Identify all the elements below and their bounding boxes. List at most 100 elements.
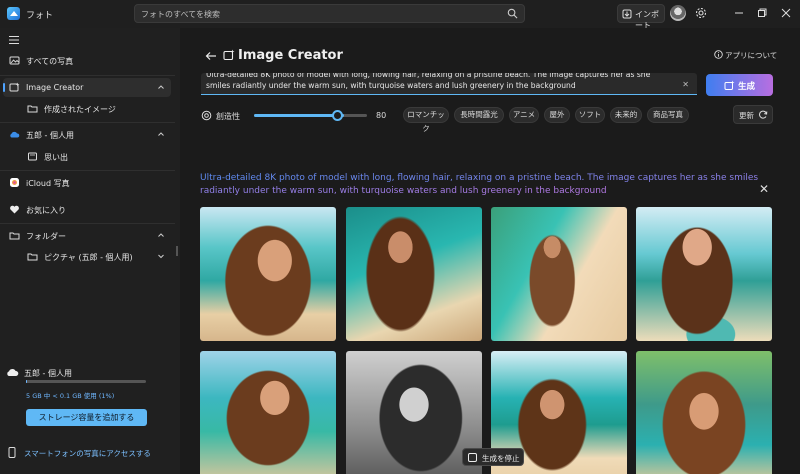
search-icon[interactable] — [507, 8, 518, 19]
divider — [0, 223, 175, 224]
image-creator-icon — [9, 82, 20, 92]
prompt-input-box[interactable]: Ultra-detailed 8K photo of model with lo… — [201, 73, 697, 95]
clear-prompt-icon[interactable]: ✕ — [682, 80, 689, 89]
chevron-up-icon[interactable] — [157, 130, 165, 138]
hamburger-menu-icon[interactable] — [8, 35, 20, 45]
back-arrow-icon[interactable] — [205, 51, 217, 61]
sidebar-item-label: フォルダー — [26, 232, 66, 241]
stop-generating-button[interactable]: 生成を停止 — [462, 448, 524, 466]
photos-icon — [9, 56, 20, 65]
creativity-dial-icon — [201, 110, 212, 121]
prompt-input[interactable]: Ultra-detailed 8K photo of model with lo… — [206, 73, 676, 91]
sidebar-item-pictures-folder[interactable]: ピクチャ (五郎 - 個人用) — [3, 247, 171, 266]
style-chip-soft[interactable]: ソフト — [575, 107, 605, 123]
image-creator-page: Image Creator アプリについて Ultra-detailed 8K … — [180, 28, 800, 474]
result-prompt-text: Ultra-detailed 8K photo of model with lo… — [200, 173, 759, 196]
sidebar-item-label: お気に入り — [26, 206, 66, 215]
phone-photos-link[interactable]: スマートフォンの写真にアクセスする — [24, 448, 151, 459]
minimize-icon[interactable] — [732, 6, 746, 20]
storage-usage-bar — [26, 380, 146, 383]
sidebar-item-image-creator[interactable]: Image Creator — [3, 78, 171, 97]
chevron-up-icon[interactable] — [157, 231, 165, 239]
sidebar-item-label: 思い出 — [44, 153, 68, 162]
cloud-icon — [7, 369, 19, 376]
icloud-icon — [10, 178, 19, 187]
image-creator-icon — [724, 80, 735, 90]
folder-icon — [9, 232, 20, 240]
close-results-icon[interactable]: ✕ — [759, 182, 769, 196]
stop-icon — [468, 453, 477, 462]
account-avatar[interactable] — [670, 5, 686, 21]
sidebar-item-label: すべての写真 — [26, 57, 74, 66]
sidebar-item-label: Image Creator — [26, 83, 84, 92]
divider — [0, 122, 175, 123]
settings-gear-icon[interactable] — [695, 7, 707, 19]
phone-icon — [8, 447, 16, 458]
search-box[interactable]: フォトのすべてを検索 — [134, 4, 525, 23]
storage-usage-fill — [26, 380, 28, 383]
page-title: Image Creator — [238, 48, 343, 63]
generate-label: 生成 — [738, 82, 756, 92]
about-app-link[interactable]: アプリについて — [713, 50, 777, 61]
heart-icon — [10, 205, 19, 214]
generate-button[interactable]: 生成 — [706, 74, 773, 96]
folder-icon — [27, 253, 38, 261]
folder-icon — [27, 105, 38, 113]
search-input[interactable]: フォトのすべてを検索 — [141, 9, 220, 20]
sidebar-item-memories[interactable]: 思い出 — [3, 147, 171, 166]
creativity-slider-thumb[interactable] — [332, 110, 343, 121]
generated-image[interactable] — [491, 207, 627, 341]
generated-image[interactable] — [636, 207, 772, 341]
pane-resize-handle[interactable] — [176, 246, 178, 256]
style-chip-futuristic[interactable]: 未来的 — [610, 107, 642, 123]
style-chip-outdoor[interactable]: 屋外 — [544, 107, 570, 123]
sidebar-item-folders[interactable]: フォルダー — [3, 226, 171, 245]
onedrive-cloud-icon — [10, 131, 20, 138]
import-icon — [622, 9, 632, 19]
storage-account-title: 五郎 - 個人用 — [24, 369, 72, 378]
photos-app: フォト フォトのすべてを検索 インポート すべての写真 Image Creato… — [0, 0, 800, 474]
sidebar-item-icloud[interactable]: iCloud 写真 — [3, 173, 171, 192]
style-chip-anime[interactable]: アニメ — [509, 107, 539, 123]
image-creator-icon — [223, 49, 235, 61]
divider — [0, 170, 175, 171]
sidebar-item-label: 作成されたイメージ — [44, 105, 116, 114]
generated-image[interactable] — [200, 207, 336, 341]
sidebar-item-all-photos[interactable]: すべての写真 — [3, 51, 171, 70]
sidebar-item-created-images[interactable]: 作成されたイメージ — [3, 99, 171, 118]
title-bar: フォト フォトのすべてを検索 インポート — [0, 0, 800, 30]
memories-icon — [28, 152, 37, 161]
close-window-icon[interactable] — [779, 6, 793, 20]
restore-icon[interactable] — [755, 6, 769, 20]
chevron-down-icon[interactable] — [157, 252, 165, 260]
sidebar-item-favorites[interactable]: お気に入り — [3, 200, 171, 219]
creativity-slider-track[interactable] — [254, 114, 367, 117]
style-chip-long-exposure[interactable]: 長時間露光 — [454, 107, 504, 123]
refresh-icon — [759, 110, 768, 119]
style-chip-product-photo[interactable]: 商品写真 — [647, 107, 689, 123]
add-storage-button[interactable]: ストレージ容量を追加する — [26, 409, 147, 426]
photos-logo-icon — [7, 7, 20, 20]
refresh-button[interactable]: 更新 — [733, 105, 773, 124]
app-title: フォト — [26, 11, 54, 21]
sidebar-item-label: 五郎 - 個人用 — [26, 131, 74, 140]
creativity-value: 80 — [376, 111, 387, 120]
divider — [0, 75, 175, 76]
about-app-label: アプリについて — [725, 51, 778, 60]
chevron-up-icon[interactable] — [157, 83, 165, 91]
import-button[interactable]: インポート — [617, 4, 665, 30]
sidebar-item-onedrive-personal[interactable]: 五郎 - 個人用 — [3, 125, 171, 144]
sidebar-item-label: ピクチャ (五郎 - 個人用) — [44, 253, 133, 262]
storage-panel: 五郎 - 個人用 5 GB 中 < 0.1 GB 使用 (1%) ストレージ容量… — [0, 358, 175, 474]
generated-image[interactable] — [636, 351, 772, 474]
stop-label: 生成を停止 — [482, 454, 520, 463]
creativity-label: 創造性 — [216, 112, 240, 121]
generated-image[interactable] — [200, 351, 336, 474]
refresh-label: 更新 — [739, 111, 754, 120]
creativity-slider-fill — [254, 114, 345, 117]
generated-image[interactable] — [346, 207, 482, 341]
style-chip-romantic[interactable]: ロマンチック — [403, 107, 449, 133]
sidebar-item-label: iCloud 写真 — [26, 179, 70, 188]
sidebar: すべての写真 Image Creator 作成されたイメージ 五郎 - 個人用 — [0, 28, 175, 474]
storage-usage-text: 5 GB 中 < 0.1 GB 使用 (1%) — [26, 392, 115, 400]
